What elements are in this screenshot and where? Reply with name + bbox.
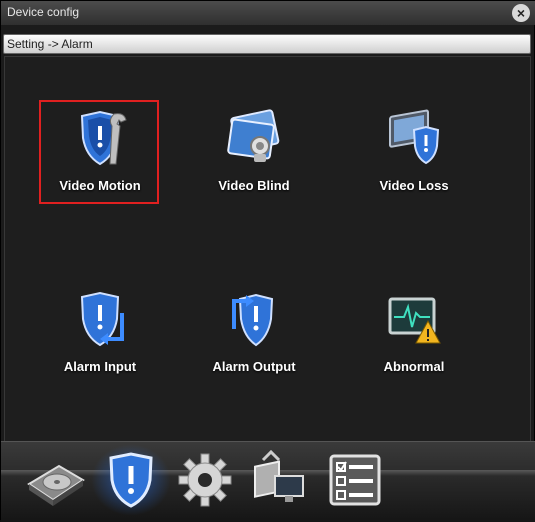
- tile-alarm-input[interactable]: Alarm Input: [41, 283, 159, 383]
- bottom-dock: [1, 441, 535, 522]
- heart-monitor-warning-icon: [388, 297, 441, 344]
- tile-alarm-output[interactable]: Alarm Output: [195, 283, 313, 383]
- dock-alarm-button[interactable]: [101, 450, 161, 510]
- close-button[interactable]: ×: [512, 4, 530, 22]
- shield-wrench-icon: [80, 110, 127, 166]
- tile-video-loss[interactable]: Video Loss: [355, 102, 473, 202]
- gear-icon: [178, 453, 232, 507]
- dock-network-button[interactable]: [249, 449, 309, 510]
- tile-label: Video Motion: [59, 178, 141, 193]
- alarm-shield-icon: [109, 452, 153, 508]
- tile-label: Alarm Output: [212, 359, 296, 374]
- dock-hard-disk-button[interactable]: [25, 450, 85, 510]
- tile-video-motion[interactable]: Video Motion: [39, 100, 159, 204]
- shield-arrow-out-icon: [232, 293, 274, 347]
- monitor-shield-icon: [389, 109, 440, 165]
- hard-disk-icon: [27, 464, 85, 506]
- dock-settings-button[interactable]: [175, 450, 235, 510]
- shield-arrow-in-icon: [80, 291, 124, 347]
- tile-label: Alarm Input: [63, 359, 137, 374]
- alarm-panel: Video Motion Video Blind Video Loss Alar…: [4, 56, 531, 442]
- title-bar: Device config ×: [1, 1, 535, 25]
- tile-label: Video Loss: [379, 178, 449, 193]
- tile-video-blind[interactable]: Video Blind: [195, 102, 313, 202]
- blinded-camera-icon: [227, 109, 280, 162]
- device-config-window: Device config × Setting -> Alarm Video M…: [0, 0, 535, 522]
- breadcrumb-text: Setting -> Alarm: [7, 37, 93, 51]
- window-title: Device config: [7, 5, 80, 19]
- breadcrumb: Setting -> Alarm: [3, 34, 531, 54]
- dock-info-button[interactable]: [325, 450, 385, 510]
- checklist-icon: [329, 454, 381, 506]
- network-icon: [254, 449, 304, 502]
- tile-label: Abnormal: [383, 359, 445, 374]
- tile-label: Video Blind: [218, 178, 290, 193]
- tile-abnormal[interactable]: Abnormal: [355, 283, 473, 383]
